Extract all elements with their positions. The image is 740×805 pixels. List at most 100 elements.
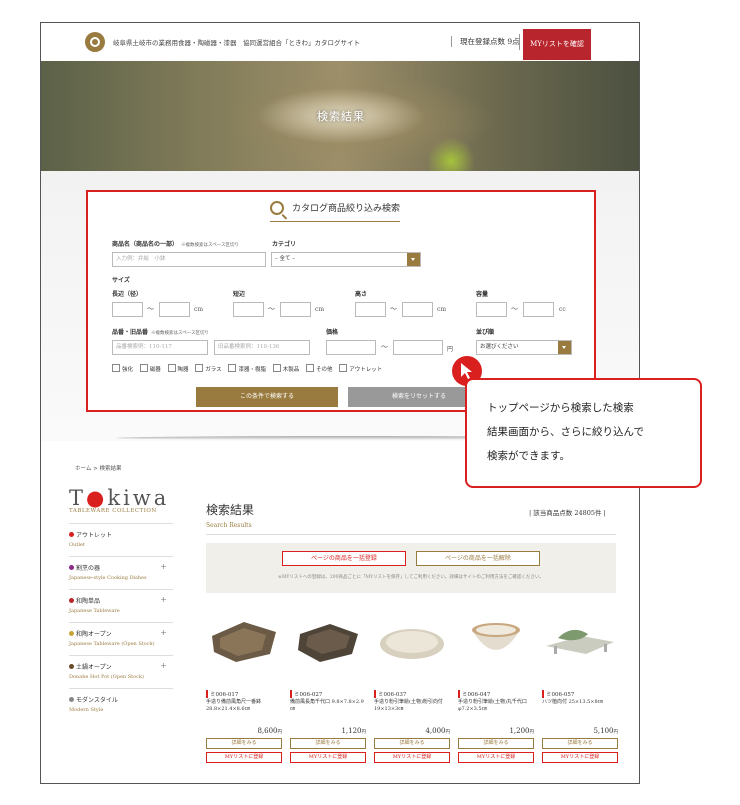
sidebar-item-kappo[interactable]: 割烹の器 Japanese-style Cooking Dishes +	[69, 556, 173, 589]
product-image[interactable]	[206, 610, 282, 670]
code-label: 品番・旧品番 ※複数検索はスペース区切り	[112, 327, 209, 336]
long-side-max-input[interactable]	[159, 302, 190, 317]
product-card: ミ006-057 ハツ植向付 25×13.5×8㎝ 5,100円 詳細をみる M…	[542, 610, 618, 763]
brand-post: kiwa	[107, 486, 170, 510]
product-code[interactable]: ミ006-047	[458, 690, 534, 698]
checkbox-wood[interactable]: 木製品	[273, 364, 300, 373]
height-max-input[interactable]	[402, 302, 433, 317]
category-select[interactable]: – 全て –	[271, 252, 421, 267]
sort-select[interactable]: お選びください	[476, 340, 572, 355]
price-min-input[interactable]	[326, 340, 376, 355]
search-panel-title: カタログ商品絞り込み検索	[270, 200, 401, 222]
capacity-tilde: 〜	[511, 305, 518, 313]
short-side-min-input[interactable]	[233, 302, 264, 317]
detail-button[interactable]: 詳細をみる	[458, 738, 534, 749]
short-side-max-input[interactable]	[280, 302, 311, 317]
checkbox-other[interactable]: その他	[306, 364, 333, 373]
add-to-mylist-button[interactable]: MYリストに登録	[458, 752, 534, 763]
price-yen: 円	[361, 730, 367, 735]
capacity-max-input[interactable]	[523, 302, 554, 317]
product-name[interactable]: 手造り粉引筆絵(土物)丸千代口 φ7.2×3.5㎝	[458, 699, 534, 726]
product-card: ミ006-047 手造り粉引筆絵(土物)丸千代口 φ7.2×3.5㎝ 1,200…	[458, 610, 534, 763]
sidebar-item-label: アウトレット	[69, 530, 173, 539]
product-code[interactable]: ミ006-017	[206, 690, 282, 698]
mylist-count: 現在登録点数 9点	[451, 36, 520, 47]
height-min-input[interactable]	[355, 302, 386, 317]
breadcrumb[interactable]: ホーム > 検索結果	[75, 464, 121, 472]
add-to-mylist-button[interactable]: MYリストに登録	[290, 752, 366, 763]
product-price: 5,100円	[542, 727, 618, 735]
sidebar-item-sublabel: Japanese-style Cooking Dishes	[69, 575, 147, 581]
product-name[interactable]: 手造り粉引筆絵(土物)粉引向付 19×13×3㎝	[374, 699, 450, 726]
mylist-check-button[interactable]: MYリストを確認	[523, 29, 591, 60]
expand-plus-icon[interactable]: +	[160, 562, 167, 571]
product-card: ミ006-017 手造り備前風角尺一番鉢 28.8×21.4×8.6㎝ 8,60…	[206, 610, 282, 763]
sidebar-item-donabe-open[interactable]: 土鍋オープン Donabe Hot Pot (Open Stock) +	[69, 655, 173, 688]
price-value: 8,600	[257, 727, 278, 735]
detail-button[interactable]: 詳細をみる	[374, 738, 450, 749]
logo-icon[interactable]	[85, 32, 105, 52]
short-side-unit: cm	[315, 306, 325, 313]
add-to-mylist-button[interactable]: MYリストに登録	[374, 752, 450, 763]
add-to-mylist-button[interactable]: MYリストに登録	[206, 752, 282, 763]
annotation-callout: トップページから検索した検索 結果画面から、さらに絞り込んで 検索ができます。	[465, 378, 702, 488]
product-code[interactable]: ミ006-037	[374, 690, 450, 698]
sidebar-item-japanese-tableware[interactable]: 和陶単品 Japanese Tableware +	[69, 589, 173, 622]
price-yen: 円	[277, 730, 283, 735]
add-to-mylist-button[interactable]: MYリストに登録	[542, 752, 618, 763]
unregister-all-button[interactable]: ページの商品を一括解除	[416, 551, 540, 566]
product-image[interactable]	[374, 610, 450, 670]
detail-button[interactable]: 詳細をみる	[542, 738, 618, 749]
search-submit-button[interactable]: この条件で検索する	[196, 387, 338, 407]
checkbox-outlet[interactable]: アウトレット	[339, 364, 382, 373]
price-value: 4,000	[425, 727, 446, 735]
checkbox-pottery[interactable]: 陶器	[168, 364, 189, 373]
capacity-min-input[interactable]	[476, 302, 507, 317]
sidebar-item-label: 土鍋オープン	[69, 662, 173, 671]
product-code[interactable]: ミ006-027	[290, 690, 366, 698]
sidebar-item-outlet[interactable]: アウトレット Outlet	[69, 523, 173, 556]
short-side-label: 短辺	[233, 291, 246, 298]
sidebar-item-japanese-open[interactable]: 和陶オープン Japanese Tableware (Open Stock) +	[69, 622, 173, 655]
product-image[interactable]	[290, 610, 366, 670]
hero-banner: 検索結果	[41, 61, 639, 171]
expand-plus-icon[interactable]: +	[160, 595, 167, 604]
product-name[interactable]: 備前風長角千代口 9.8×7.8×2.9㎝	[290, 699, 366, 726]
material-checkboxes: 強化 磁器 陶器 ガラス 漆器・樹脂 木製品 その他 アウトレット	[112, 364, 387, 373]
long-side-min-input[interactable]	[112, 302, 143, 317]
detail-button[interactable]: 詳細をみる	[206, 738, 282, 749]
code-input[interactable]: 品番検索例：110-117	[112, 340, 208, 355]
checkbox-porcelain[interactable]: 磁器	[140, 364, 161, 373]
product-name[interactable]: ハツ植向付 25×13.5×8㎝	[542, 699, 618, 726]
results-count: | 該当商品点数 24805件 |	[529, 509, 606, 517]
product-name-input[interactable]: 入力例：弁絵 小鉢	[112, 252, 266, 267]
callout-line-1: トップページから検索した検索	[487, 402, 634, 414]
product-name-note: ※複数検索はスペース区切り	[181, 243, 239, 248]
checkbox-lacquer-resin[interactable]: 漆器・樹脂	[228, 364, 266, 373]
expand-plus-icon[interactable]: +	[160, 661, 167, 670]
sidebar-item-label: 和陶オープン	[69, 629, 173, 638]
detail-button[interactable]: 詳細をみる	[290, 738, 366, 749]
brand-pre: T	[69, 486, 87, 510]
register-all-button[interactable]: ページの商品を一括登録	[282, 551, 406, 566]
expand-plus-icon[interactable]: +	[160, 628, 167, 637]
size-label: サイズ	[112, 277, 130, 284]
search-title-text: カタログ商品絞り込み検索	[292, 204, 401, 214]
product-image[interactable]	[542, 610, 618, 670]
checkbox-glass[interactable]: ガラス	[195, 364, 221, 373]
chevron-down-icon	[407, 253, 420, 266]
checkbox-strengthened[interactable]: 強化	[112, 364, 133, 373]
price-max-input[interactable]	[393, 340, 443, 355]
old-code-input[interactable]: 旧品番検索例：110-136	[214, 340, 310, 355]
brand-logo[interactable]: T●kiwa	[69, 486, 173, 510]
price-yen: 円	[613, 730, 619, 735]
price-label: 価格	[326, 329, 339, 336]
price-yen: 円	[529, 730, 535, 735]
category-label: カテゴリ	[272, 241, 297, 248]
bulk-register-area: ページの商品を一括登録 ページの商品を一括解除 ※MYリストへの登録は、200商…	[206, 543, 616, 593]
product-image[interactable]	[458, 610, 534, 670]
sidebar-item-modern[interactable]: モダンスタイル Modern Style	[69, 688, 173, 721]
product-name[interactable]: 手造り備前風角尺一番鉢 28.8×21.4×8.6㎝	[206, 699, 282, 726]
brand-dot-icon: ●	[86, 486, 108, 510]
product-code[interactable]: ミ006-057	[542, 690, 618, 698]
